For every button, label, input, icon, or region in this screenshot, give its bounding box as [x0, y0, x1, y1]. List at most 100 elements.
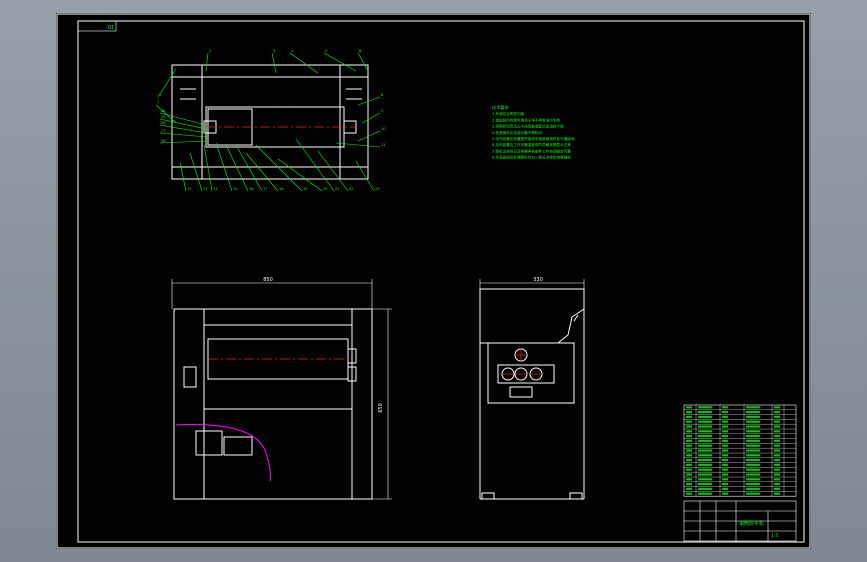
- cad-viewport: 01 1 2 3 4 5 6 7 8 9 10 11 12 13 14 15 16 17 18 19 20 21 22 23…: [0, 0, 867, 562]
- leader-label: 18: [279, 187, 284, 191]
- parts-list: [683, 404, 797, 497]
- front-view: [173, 308, 373, 500]
- leader-label: 9: [381, 109, 384, 113]
- leader-label: 26: [161, 121, 166, 125]
- leader-line: [361, 112, 381, 124]
- tech-note-line: 7.整机运转时无异常噪声各部件工作协调稳定可靠: [492, 148, 571, 153]
- parts-list-entry: [722, 473, 728, 476]
- leader-label: 24: [161, 109, 166, 113]
- parts-list-entry: [746, 449, 760, 452]
- parts-list-entry: [722, 425, 728, 428]
- parts-list-entry: [722, 411, 728, 414]
- tech-notes: 技术要求1.外观应无明显划痕2.装配前所有零件清洗干净不得有油污毛刺 3.滚筒转动…: [492, 104, 575, 160]
- parts-list-entry: [774, 406, 780, 409]
- parts-list-entry: [722, 483, 728, 486]
- leader-label: 25: [161, 115, 166, 119]
- parts-list-entry: [722, 420, 728, 423]
- side-dial-crosses: [502, 349, 542, 375]
- parts-list-entry: [686, 449, 692, 452]
- parts-list-entry: [686, 483, 692, 486]
- leader-label: 8: [381, 93, 384, 97]
- front-guard-curve: [175, 424, 271, 482]
- parts-list-entry: [746, 425, 760, 428]
- leader-label: 6: [359, 49, 362, 53]
- leader-label: 20: [323, 187, 328, 191]
- parts-list-entry: [774, 439, 780, 442]
- leader-line: [159, 118, 207, 130]
- parts-list-entry: [774, 444, 780, 447]
- drawing-canvas: 01 12 3 4 5 6789101112 13 14 15 16 17 18 19 20 21 22 23…: [56, 13, 811, 549]
- parts-list-entry: [746, 487, 760, 490]
- side-view: [479, 288, 585, 500]
- side-display: [509, 386, 533, 398]
- parts-list-entry: [746, 468, 760, 471]
- parts-list-entry: [698, 444, 712, 447]
- side-width-dim: 330: [533, 277, 543, 283]
- parts-list-entry: [722, 435, 728, 438]
- tech-note-line: 技术要求: [492, 104, 510, 111]
- title-drawing-name: 滚筒熨平机: [739, 520, 764, 527]
- top-view-left-end: [171, 64, 203, 180]
- leader-line: [357, 52, 369, 72]
- parts-list-entry: [722, 444, 728, 447]
- tech-note-line: 3.滚筒转动灵活无卡滞现象装配后应运转平稳: [492, 124, 564, 129]
- parts-list-entry: [686, 435, 692, 438]
- parts-list-entry: [746, 483, 760, 486]
- parts-list-entry: [774, 425, 780, 428]
- parts-list-entry: [698, 459, 712, 462]
- front-motor: [223, 436, 253, 456]
- parts-list-entry: [746, 411, 760, 414]
- tech-note-line: 4.各紧固件应连接可靠不得松动: [492, 130, 543, 135]
- leader-line: [277, 158, 323, 192]
- parts-list-entry: [774, 487, 780, 490]
- leader-label: 23: [375, 187, 380, 191]
- parts-list-entry: [698, 430, 712, 433]
- parts-list-entry: [774, 473, 780, 476]
- parts-list-entry: [722, 449, 728, 452]
- leader-label: 17: [263, 187, 268, 191]
- leader-label: 2: [209, 49, 211, 53]
- parts-list-entry: [746, 492, 760, 495]
- leader-label: 11: [381, 143, 386, 147]
- parts-list-entry: [774, 459, 780, 462]
- parts-list-entry: [698, 454, 712, 457]
- parts-list-entry: [722, 487, 728, 490]
- tech-note-line: 2.装配前所有零件清洗干净不得有油污毛刺: [492, 117, 561, 122]
- leader-line: [159, 140, 209, 144]
- parts-list-entry: [774, 411, 780, 414]
- parts-list-entry: [698, 483, 712, 486]
- parts-list-entry: [774, 483, 780, 486]
- leader-label: 21: [335, 187, 340, 191]
- side-foot-right: [569, 492, 583, 500]
- parts-list-entry: [774, 435, 780, 438]
- parts-list-entry: [686, 444, 692, 447]
- leader-label: 12: [187, 187, 192, 191]
- parts-list-entry: [686, 473, 692, 476]
- parts-list-entry: [722, 468, 728, 471]
- side-control-panel: [487, 342, 575, 404]
- parts-list-entry: [746, 415, 760, 418]
- parts-list-entry: [746, 444, 760, 447]
- front-gearbox: [195, 430, 223, 456]
- leader-line: [159, 132, 209, 138]
- front-left-post: [173, 308, 205, 500]
- leader-line: [159, 112, 207, 126]
- parts-list-entry: [722, 406, 728, 409]
- leader-line: [357, 130, 381, 142]
- leader-label: 14: [213, 187, 218, 191]
- parts-list-entry: [686, 420, 692, 423]
- parts-list-entry: [746, 459, 760, 462]
- side-dimensions: [479, 279, 585, 309]
- tech-note-line: 6.加热装置应工作可靠温度调节灵敏准确显示正常: [492, 142, 571, 147]
- parts-list-entry: [686, 459, 692, 462]
- parts-list-entry: [686, 439, 692, 442]
- parts-list-entry: [686, 430, 692, 433]
- parts-list-entry: [746, 463, 760, 466]
- leader-line: [203, 144, 213, 192]
- parts-list-entry: [686, 487, 692, 490]
- parts-list-entry: [698, 463, 712, 466]
- leader-label: 7: [157, 101, 159, 105]
- leader-label: 22: [349, 187, 354, 191]
- parts-list-entry: [698, 425, 712, 428]
- parts-list-entry: [746, 454, 760, 457]
